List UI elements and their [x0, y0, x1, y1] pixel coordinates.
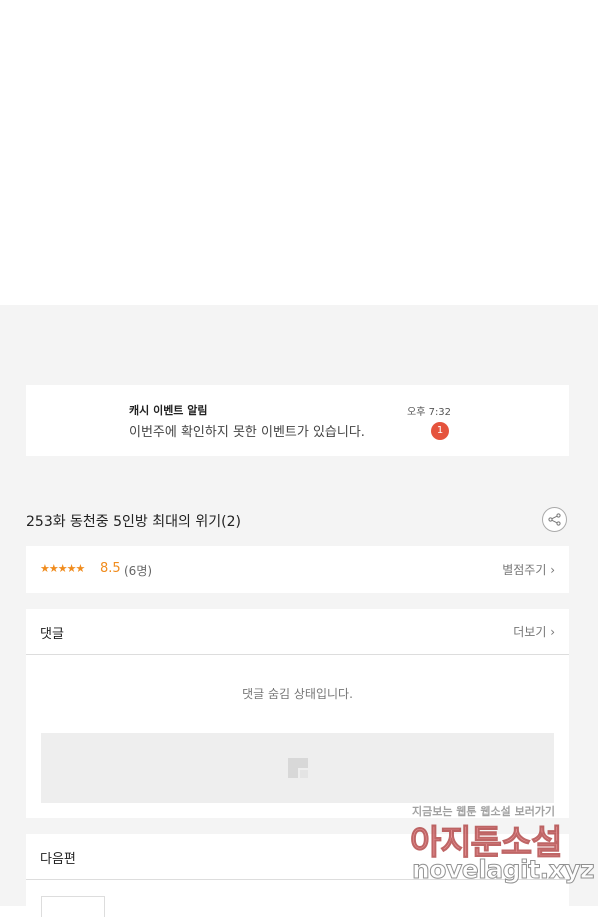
- comments-more-link[interactable]: 더보기 ›: [513, 623, 555, 640]
- image-placeholder-icon: [288, 758, 308, 778]
- comments-title: 댓글: [40, 627, 64, 642]
- share-icon: [548, 513, 561, 526]
- notification-title: 캐시 이벤트 알림: [129, 404, 208, 417]
- rate-button[interactable]: 별점주기 ›: [502, 561, 555, 578]
- next-episode-card[interactable]: 다음편: [26, 834, 569, 917]
- next-episode-header: 다음편: [26, 834, 569, 880]
- notification-body: 이번주에 확인하지 못한 이벤트가 있습니다.: [129, 425, 365, 440]
- episode-title: 253화 동천중 5인방 최대의 위기(2): [26, 514, 241, 530]
- rating-stars: ★★★★★: [40, 562, 85, 575]
- comments-card: 댓글 더보기 › 댓글 숨김 상태입니다.: [26, 609, 569, 818]
- comments-hidden-message: 댓글 숨김 상태입니다.: [242, 687, 353, 701]
- comments-header: 댓글 더보기 ›: [26, 609, 569, 655]
- next-episode-title: 다음편: [40, 852, 76, 867]
- rating-score: 8.5: [100, 561, 121, 576]
- share-button[interactable]: [542, 507, 567, 532]
- rating-card: ★★★★★ 8.5 (6명) 별점주기 ›: [26, 546, 569, 593]
- notification-card[interactable]: 캐시 이벤트 알림 이번주에 확인하지 못한 이벤트가 있습니다. 오후 7:3…: [26, 385, 569, 456]
- ad-placeholder[interactable]: [41, 733, 554, 803]
- rating-count: (6명): [124, 564, 153, 578]
- next-episode-thumbnail[interactable]: [41, 896, 105, 917]
- notification-badge: 1: [431, 422, 449, 440]
- notification-time: 오후 7:32: [407, 407, 452, 418]
- content-blank-area: [0, 0, 598, 305]
